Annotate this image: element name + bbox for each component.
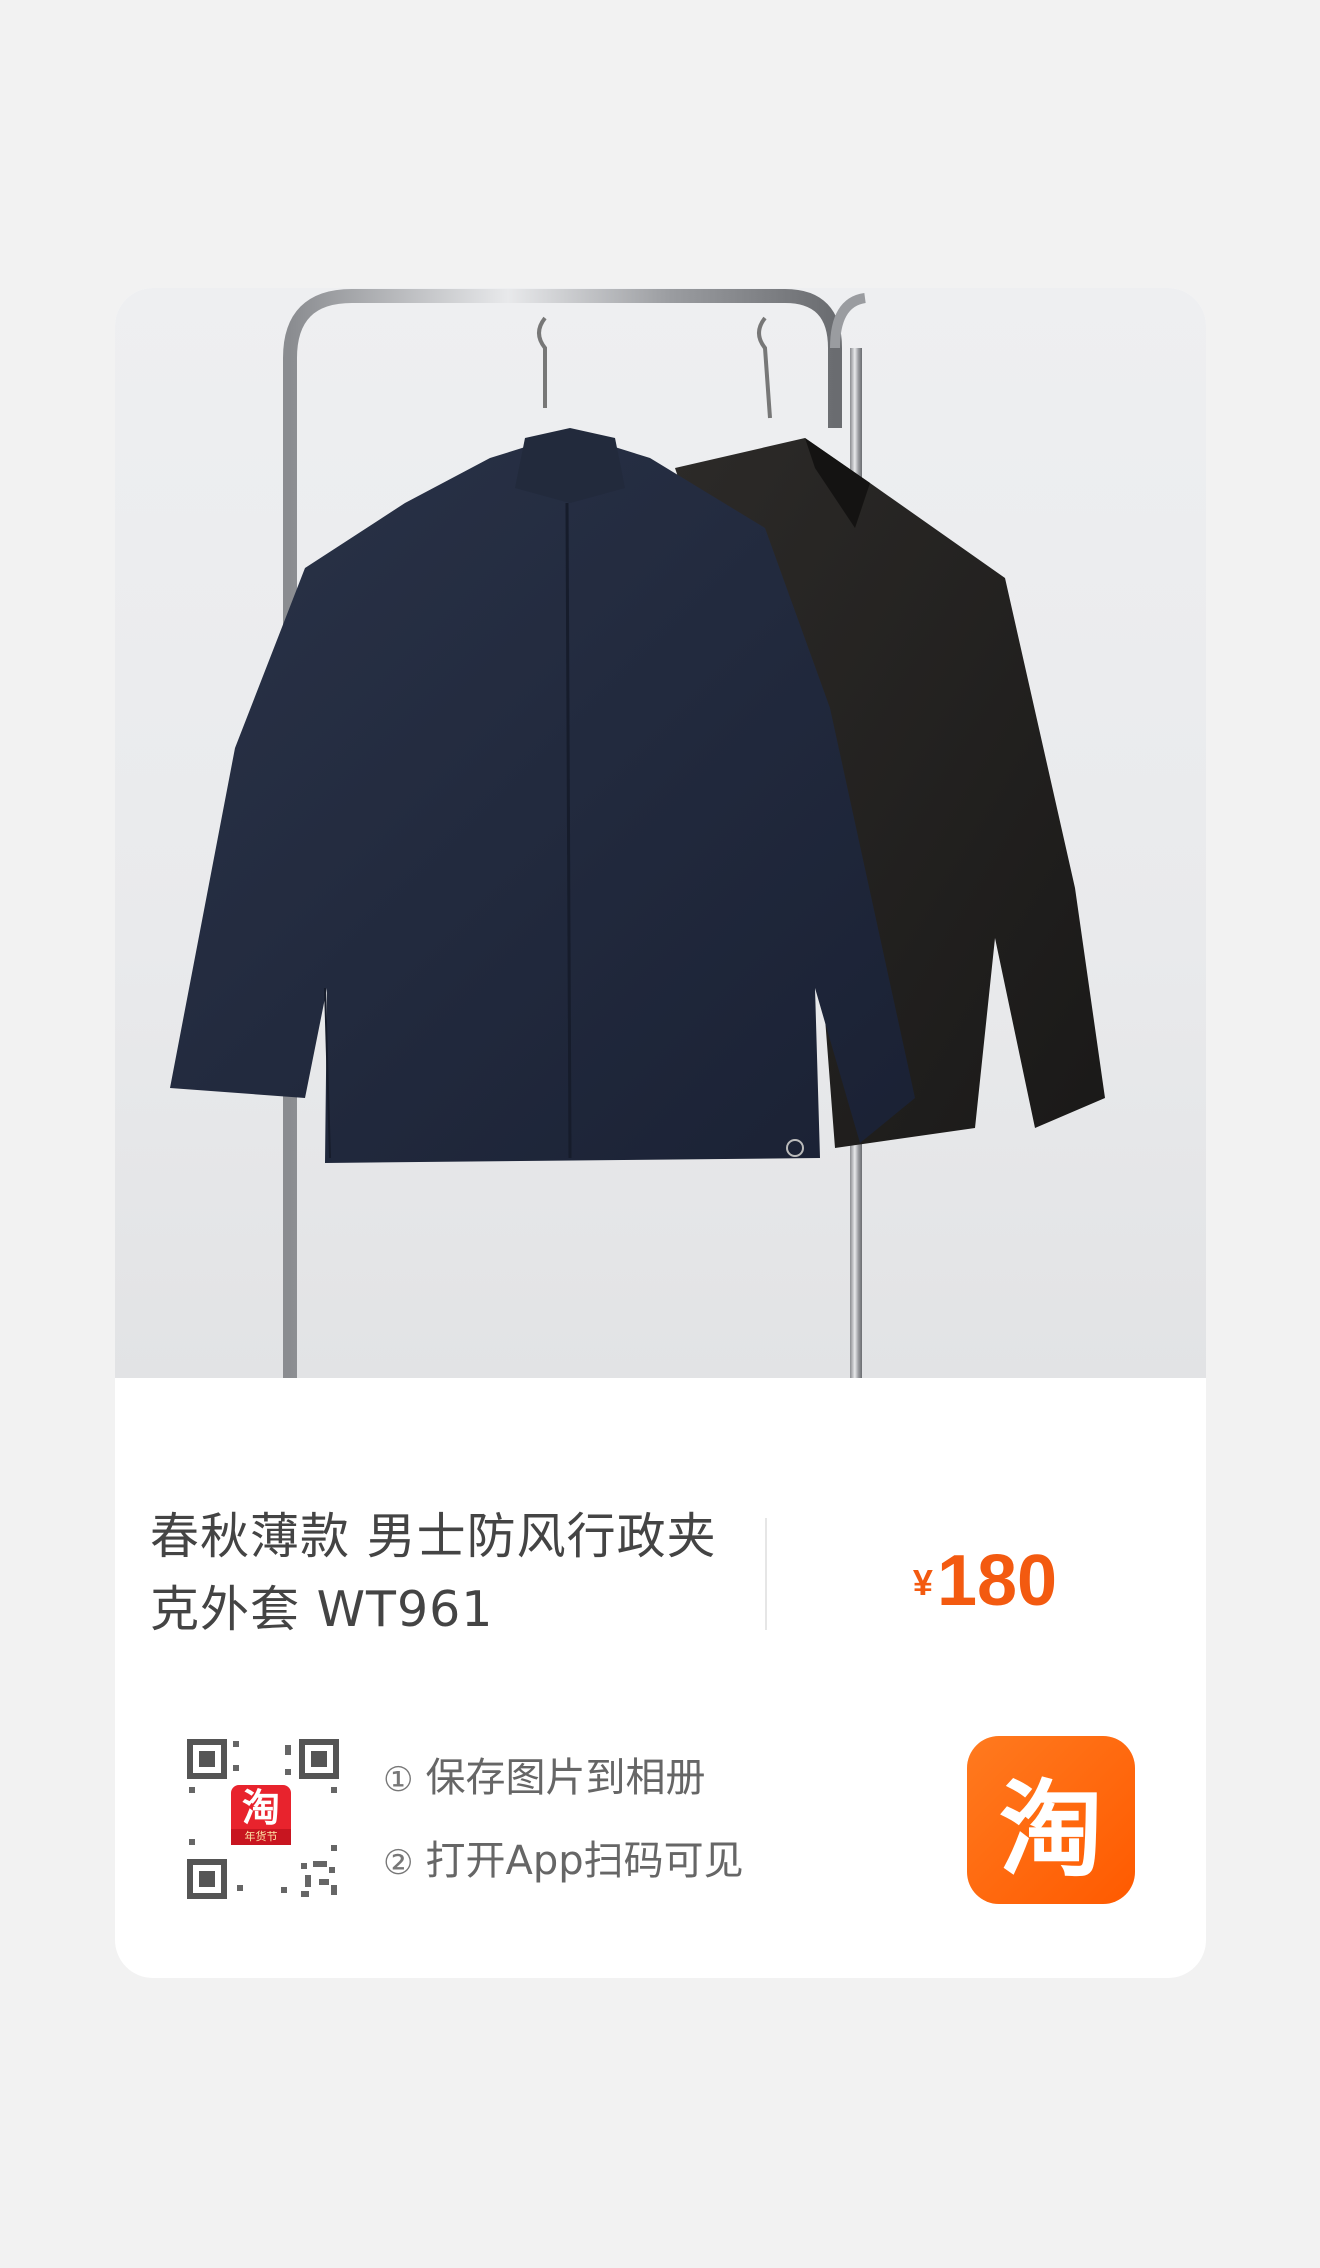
step2-number: ② (383, 1843, 414, 1883)
step2-text: 打开App扫码可见 (425, 1838, 744, 1884)
qr-badge-char: 淘 (241, 1786, 280, 1830)
price-amount: 180 (936, 1541, 1058, 1621)
product-title[interactable]: 春秋薄款 男士防风行政夹 克外套 WT961 (150, 1500, 750, 1646)
step1-text: 保存图片到相册 (425, 1755, 706, 1801)
product-share-card: 春秋薄款 男士防风行政夹 克外套 WT961 ¥180 淘 年货节 ① 保存图片… (115, 288, 1206, 1978)
product-price: ¥180 (815, 1540, 1155, 1622)
app-icon-glyph: 淘 (998, 1768, 1103, 1891)
qr-badge-caption: 年货节 (244, 1830, 278, 1843)
instruction-open-app: ② 打开App扫码可见 (383, 1831, 744, 1891)
step1-number: ① (383, 1760, 414, 1800)
instruction-save-image: ① 保存图片到相册 (383, 1748, 705, 1808)
taobao-app-icon[interactable]: 淘 (967, 1736, 1135, 1904)
title-price-divider (765, 1518, 767, 1630)
product-title-line1: 春秋薄款 男士防风行政夹 (150, 1508, 717, 1565)
currency-symbol: ¥ (912, 1562, 933, 1603)
qr-code-icon[interactable]: 淘 年货节 (181, 1735, 341, 1903)
jacket-rack-illustration (170, 289, 1105, 1378)
product-title-line2: 克外套 WT961 (150, 1581, 494, 1638)
product-photo (115, 288, 1206, 1378)
